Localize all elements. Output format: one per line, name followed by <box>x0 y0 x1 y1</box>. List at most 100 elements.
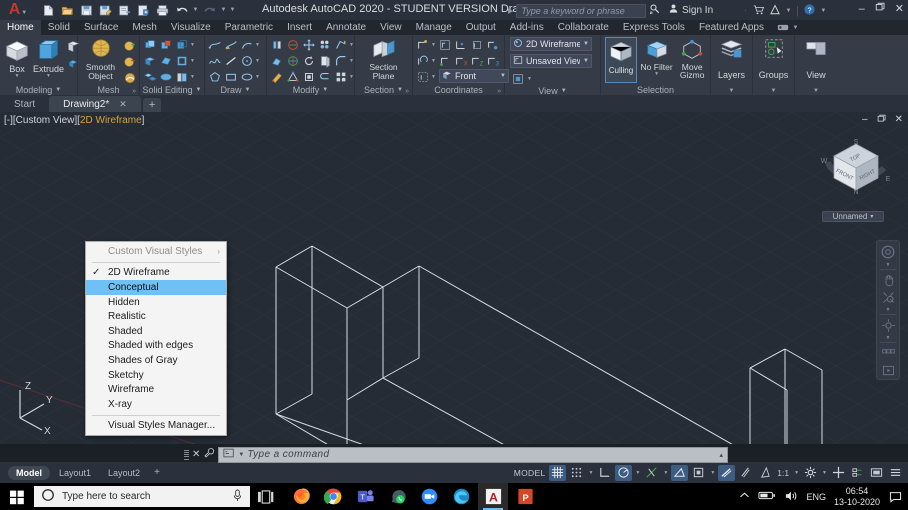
ucs-world-icon[interactable] <box>415 37 430 52</box>
convert-to-surface-icon[interactable] <box>122 70 137 85</box>
shell-icon[interactable] <box>174 53 189 68</box>
dynamic-ucs-toggle[interactable] <box>690 465 707 481</box>
menu-item-shaded-with-edges[interactable]: Shaded with edges <box>86 339 226 354</box>
extrude-faces-icon[interactable] <box>142 53 157 68</box>
tab-insert[interactable]: Insert <box>280 20 319 35</box>
print-icon[interactable] <box>154 2 171 19</box>
isolate-objects-icon[interactable] <box>830 465 847 481</box>
3dmirror-icon[interactable] <box>285 53 300 68</box>
panel-groups[interactable]: Groups ▼ <box>753 35 795 95</box>
chevron-down-icon[interactable]: ▼ <box>634 470 641 476</box>
viewport-restore-button[interactable] <box>877 114 886 126</box>
save-as-icon[interactable] <box>97 2 114 19</box>
taskbar-app-autocad[interactable]: A <box>478 483 508 510</box>
3dmove-icon[interactable] <box>269 37 284 52</box>
tab-featured-apps[interactable]: Featured Apps <box>692 20 771 35</box>
taskbar-app-teams[interactable]: T <box>350 483 380 510</box>
3dpolyline-icon[interactable] <box>223 37 238 52</box>
tab-add-ins[interactable]: Add-ins <box>503 20 551 35</box>
circle-icon[interactable] <box>239 53 254 68</box>
language-indicator[interactable]: ENG <box>806 492 826 502</box>
open-icon[interactable] <box>59 2 76 19</box>
tab-collaborate[interactable]: Collaborate <box>551 20 616 35</box>
ucs-object-icon[interactable] <box>469 37 484 52</box>
new-file-tab-button[interactable]: + <box>142 98 162 112</box>
chevron-down-icon[interactable]: ▼ <box>527 76 532 82</box>
section-plane-button[interactable]: Section Plane <box>363 37 405 81</box>
extrude-button[interactable]: Extrude ▼ <box>33 37 64 79</box>
taskbar-app-powerpoint[interactable]: P <box>510 483 540 510</box>
menu-item-shaded[interactable]: Shaded <box>86 324 226 339</box>
tab-solid[interactable]: Solid <box>41 20 77 35</box>
box-button[interactable]: Box ▼ <box>2 37 32 79</box>
task-view-button[interactable] <box>250 489 280 504</box>
panel-title-solid-editing[interactable]: Solid Editing ▼ <box>142 84 202 95</box>
tab-mesh[interactable]: Mesh <box>125 20 163 35</box>
redo-dropdown-icon[interactable]: ▼ <box>220 7 227 13</box>
chevron-down-icon[interactable]: ▼ <box>255 42 260 48</box>
taskbar-app-whatsapp[interactable] <box>382 483 412 510</box>
ucs-face-icon[interactable] <box>485 37 500 52</box>
view-name-combo[interactable]: Unsaved View ▼ <box>510 54 592 68</box>
chevron-down-icon[interactable]: ▼ <box>583 41 589 47</box>
start-button[interactable] <box>0 483 34 510</box>
tab-parametric[interactable]: Parametric <box>218 20 280 35</box>
navigation-bar[interactable]: ▼ ▼ ▼ <box>876 240 900 380</box>
viewport-config-icon[interactable] <box>510 71 525 86</box>
panel-expand-icon[interactable]: » <box>497 88 501 95</box>
chevron-down-icon[interactable]: ▼ <box>255 58 260 64</box>
close-icon[interactable]: ✕ <box>119 99 127 110</box>
clean-screen-icon[interactable] <box>868 465 885 481</box>
command-prompt-icon[interactable] <box>223 448 235 461</box>
move-icon[interactable] <box>301 37 316 52</box>
show-hidden-icons-icon[interactable] <box>739 491 750 502</box>
object-snap-tracking-toggle[interactable] <box>643 465 660 481</box>
visual-styles-menu[interactable]: Custom Visual Styles › ✓ 2D Wireframe Co… <box>85 241 227 437</box>
viewcube-named-view[interactable]: Unnamed ▾ <box>822 211 884 222</box>
chevron-down-icon[interactable]: ▼ <box>46 74 51 79</box>
panel-title-modeling[interactable]: Modeling ▼ <box>2 84 75 95</box>
search-input[interactable]: Type a keyword or phrase <box>516 3 647 18</box>
save-icon[interactable] <box>78 2 95 19</box>
menu-item-hidden[interactable]: Hidden <box>86 295 226 310</box>
separate-icon[interactable] <box>142 69 157 84</box>
drawing-viewport[interactable]: [-][Custom View][2D Wireframe] – ✕ S W E… <box>0 112 908 444</box>
tab-manage[interactable]: Manage <box>409 20 459 35</box>
rotate-icon[interactable] <box>301 53 316 68</box>
animation-play-icon[interactable] <box>878 362 898 379</box>
panel-title-mesh[interactable]: Mesh » <box>80 85 137 95</box>
view-cube[interactable]: S W E N TOP FRONT RIGHT Unnamed ▾ <box>816 132 896 222</box>
application-menu-button[interactable]: A ▼ <box>0 0 36 20</box>
viewport-label[interactable]: [-][Custom View][2D Wireframe] <box>4 115 144 126</box>
3dalign-icon[interactable] <box>333 37 348 52</box>
taper-faces-icon[interactable] <box>158 53 173 68</box>
transparency-toggle[interactable] <box>737 465 754 481</box>
edit-solid-icon[interactable] <box>269 69 284 84</box>
pan-icon[interactable] <box>878 272 898 289</box>
undo-icon[interactable] <box>173 2 190 19</box>
plot-preview-icon[interactable] <box>135 2 152 19</box>
qat-customize-icon[interactable]: ▼ <box>229 7 236 13</box>
ucs-3point-icon[interactable] <box>453 37 468 52</box>
notification-center-icon[interactable] <box>888 491 903 503</box>
orbit-icon[interactable] <box>878 317 898 334</box>
imprint-icon[interactable] <box>174 69 189 84</box>
chevron-down-icon[interactable]: ▼ <box>190 74 195 80</box>
chevron-down-icon[interactable]: ▼ <box>771 88 777 94</box>
object-snap-toggle[interactable] <box>671 464 689 481</box>
menu-item-shades-of-gray[interactable]: Shades of Gray <box>86 353 226 368</box>
panel-title-coordinates[interactable]: Coordinates » <box>415 85 502 95</box>
chevron-down-icon[interactable]: ▼ <box>785 8 792 14</box>
smooth-object-button[interactable]: Smooth Object <box>80 37 121 81</box>
cart-icon[interactable] <box>753 4 765 19</box>
polar-tracking-toggle[interactable] <box>615 464 633 481</box>
minimize-button[interactable]: – <box>859 2 865 16</box>
taskbar-app-zoom[interactable] <box>414 483 444 510</box>
lineweight-toggle[interactable] <box>718 464 736 481</box>
smooth-more-icon[interactable] <box>122 38 137 53</box>
spline-icon[interactable] <box>207 53 222 68</box>
model-space-button[interactable]: MODEL <box>512 465 548 481</box>
close-button[interactable]: ✕ <box>895 2 904 16</box>
help-dropdown-icon[interactable]: ▼ <box>820 8 827 14</box>
chevron-down-icon[interactable]: ▼ <box>793 470 800 476</box>
